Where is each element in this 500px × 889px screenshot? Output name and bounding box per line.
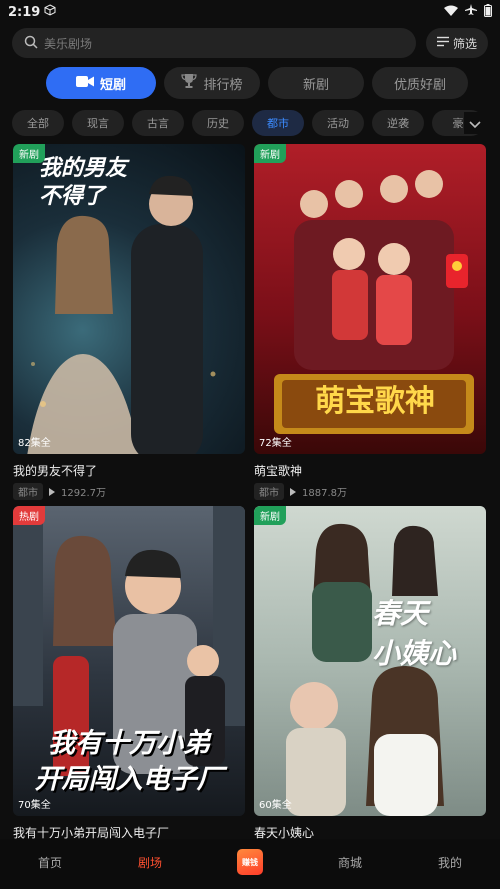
poster-title: 春天 小姨心 [372,597,457,670]
airplane-icon [465,4,477,20]
badge-new: 新剧 [254,506,286,525]
genre-tag: 都市 [13,483,43,500]
chip-modern-romance[interactable]: 现言 [72,110,124,136]
trophy-icon [181,73,198,93]
chip-history[interactable]: 历史 [192,110,244,136]
drama-title[interactable]: 我的男友不得了 [13,462,245,478]
drama-title[interactable]: 我有十万小弟开局闯入电子厂 [13,824,245,840]
earn-icon: 赚钱 [237,849,263,875]
drama-meta: 都市 1292.7万 [13,483,245,500]
drama-meta: 都市 1887.8万 [254,483,486,500]
episode-count: 70集全 [18,800,51,811]
filter-button[interactable]: 筛选 [426,28,488,58]
nav-earn[interactable]: 赚钱 [210,849,290,875]
badge-new: 新剧 [13,144,45,163]
tab-quality-drama[interactable]: 优质好剧 [372,67,468,99]
cube-icon [44,4,56,20]
nav-home[interactable]: 首页 [10,854,90,871]
filter-icon [436,36,449,50]
wifi-icon [444,5,458,20]
chip-urban[interactable]: 都市 [252,110,304,136]
chip-ancient-romance[interactable]: 古言 [132,110,184,136]
drama-poster[interactable]: 春天 小姨心 新剧 60集全 [254,506,486,816]
drama-poster[interactable]: 萌宝歌神 新剧 72集全 [254,144,486,454]
chip-events[interactable]: 活动 [312,110,364,136]
drama-title[interactable]: 春天小姨心 [254,824,486,840]
tab-label: 优质好剧 [393,77,446,93]
tab-new-drama[interactable]: 新剧 [268,67,364,99]
drama-poster[interactable]: 我有十万小弟 开局闯入电子厂 热剧 70集全 [13,506,245,816]
badge-new: 新剧 [254,144,286,163]
episode-count: 60集全 [259,800,292,811]
status-time: 2:19 [8,4,41,20]
drama-card[interactable]: 春天 小姨心 新剧 60集全 春天小姨心 [254,506,486,840]
poster-title: 我的男友 不得了 [39,155,128,209]
tab-label: 短剧 [99,77,126,93]
poster-title: 萌宝歌神 [315,384,435,419]
search-icon [24,35,44,52]
drama-title[interactable]: 萌宝歌神 [254,462,486,478]
tab-short-drama[interactable]: 短剧 [46,67,156,99]
bottom-nav: 首页 剧场 赚钱 商城 我的 [0,839,500,889]
nav-theater[interactable]: 剧场 [110,854,190,871]
category-chips: 全部 现言 古言 历史 都市 活动 逆袭 豪 [12,110,500,136]
chip-all[interactable]: 全部 [12,110,64,136]
poster-title: 我有十万小弟 开局闯入电子厂 [34,728,224,795]
drama-card[interactable]: 我的男友 不得了 新剧 82集全 我的男友不得了 都市 1292.7万 [13,144,245,500]
play-count: 1292.7万 [61,488,106,499]
drama-card[interactable]: 萌宝歌神 新剧 72集全 萌宝歌神 都市 1887.8万 [254,144,486,500]
search-placeholder: 美乐剧场 [44,36,93,51]
episode-count: 82集全 [18,438,51,449]
play-icon [49,487,55,496]
drama-card[interactable]: 我有十万小弟 开局闯入电子厂 热剧 70集全 我有十万小弟开局闯入电子厂 [13,506,245,840]
tab-label: 新剧 [302,77,329,93]
drama-poster[interactable]: 我的男友 不得了 新剧 82集全 [13,144,245,454]
tab-label: 排行榜 [203,77,243,93]
battery-icon [484,3,492,21]
expand-categories-button[interactable] [464,112,486,134]
play-count: 1887.8万 [302,488,347,499]
nav-mall[interactable]: 商城 [310,854,390,871]
video-camera-icon [75,75,94,92]
tab-ranking[interactable]: 排行榜 [164,67,260,99]
search-input[interactable]: 美乐剧场 [12,28,416,58]
badge-hot: 热剧 [13,506,45,525]
search-row: 美乐剧场 筛选 [12,28,488,58]
status-bar: 2:19 [0,0,500,24]
filter-label: 筛选 [452,36,477,51]
chip-comeback[interactable]: 逆袭 [372,110,424,136]
chevron-down-icon [469,114,481,133]
episode-count: 72集全 [259,438,292,449]
play-icon [290,487,296,496]
nav-me[interactable]: 我的 [410,854,490,871]
main-tabs: 短剧 排行榜 新剧 优质好剧 [46,67,468,99]
genre-tag: 都市 [254,483,284,500]
